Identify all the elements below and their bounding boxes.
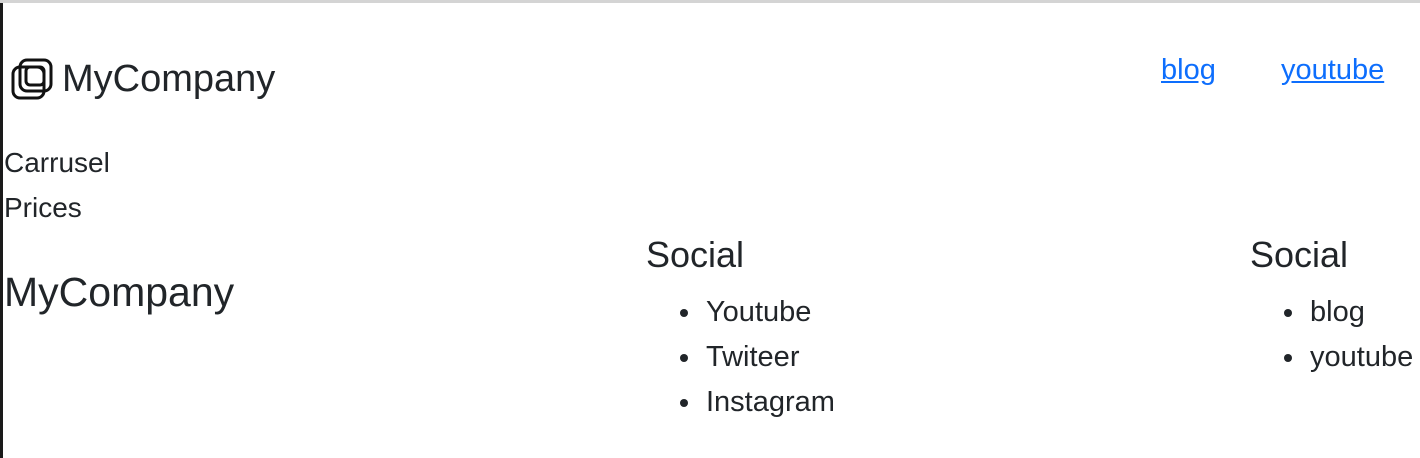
nav-link-blog[interactable]: blog [1161,52,1216,88]
stacked-squares-logo-icon [10,57,54,101]
social-item-instagram[interactable]: Instagram [646,380,835,425]
bullet-icon [680,354,688,362]
brand-name: MyCompany [62,58,276,100]
social-item-label: Instagram [706,386,835,418]
social-item-twiteer[interactable]: Twiteer [646,335,835,380]
brand-link[interactable]: MyCompany [10,56,275,102]
top-divider [0,0,1420,3]
social-item-label: blog [1310,296,1365,328]
nav-link-youtube[interactable]: youtube [1281,52,1384,88]
social-item-youtube[interactable]: Youtube [646,290,835,335]
social-list: Youtube Twiteer Instagram [646,290,835,425]
footer-social-column-1: Social Youtube Twiteer Instagram [646,234,835,425]
bullet-icon [1284,354,1292,362]
footer-social-column-2: Social blog youtube [1250,234,1413,380]
bullet-icon [1284,309,1292,317]
social-item-youtube[interactable]: youtube [1250,335,1413,380]
social-item-label: Youtube [706,296,812,328]
social-heading: Social [646,234,745,275]
footer-brand-name: MyCompany [4,269,235,315]
bullet-icon [680,399,688,407]
sidebar-link-carrusel[interactable]: Carrusel [4,146,110,180]
social-item-label: youtube [1310,341,1414,373]
left-divider [0,3,3,458]
social-list: blog youtube [1250,290,1413,380]
bullet-icon [680,309,688,317]
social-item-blog[interactable]: blog [1250,290,1413,335]
sidebar-link-prices[interactable]: Prices [4,191,82,225]
social-heading: Social [1250,234,1349,275]
social-item-label: Twiteer [706,341,800,373]
